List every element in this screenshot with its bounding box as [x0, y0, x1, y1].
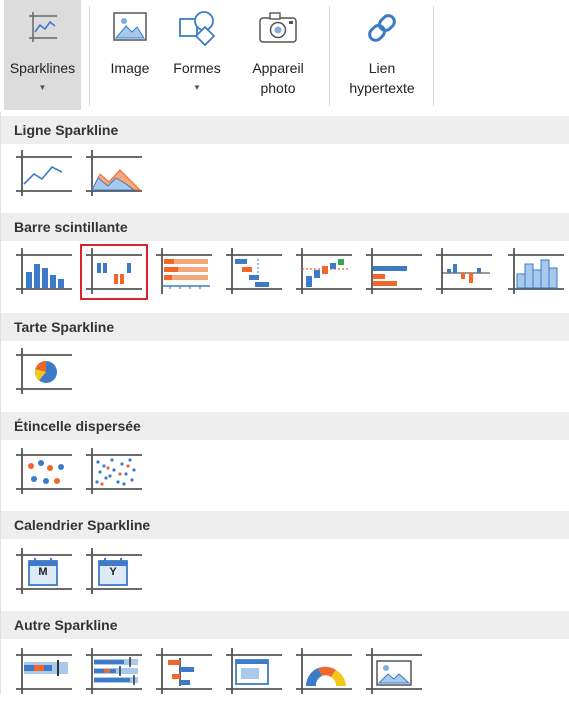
section-header-barre: Barre scintillante — [1, 213, 569, 241]
hyperlink-label: Lien hypertexte — [349, 60, 415, 96]
shapes-label: Formes — [173, 60, 221, 76]
area-sparkline-icon[interactable] — [82, 148, 150, 204]
sparklines-button[interactable]: Sparklines ▼ — [4, 0, 81, 110]
column-sparkline-icon[interactable] — [12, 246, 80, 302]
insert-ribbon: Sparklines ▼ Image Formes ▼ Appareil pho… — [0, 0, 569, 113]
pie-sparkline-icon[interactable] — [12, 346, 80, 402]
variance-sparkline-icon[interactable] — [432, 246, 500, 302]
ribbon-divider — [89, 6, 90, 106]
cascade-sparkline-icon[interactable] — [222, 246, 290, 302]
sparkline-chart-icon — [25, 10, 61, 47]
chevron-down-icon: ▼ — [38, 83, 47, 92]
sparklines-label: Sparklines — [9, 60, 76, 76]
month-calendar-sparkline-icon[interactable]: M — [12, 546, 80, 602]
link-icon — [364, 10, 400, 49]
bar-sparkline-icon[interactable] — [362, 246, 430, 302]
line-sparkline-icon[interactable] — [12, 148, 80, 204]
chevron-down-icon: ▼ — [193, 83, 201, 92]
ribbon-divider — [329, 6, 330, 106]
ribbon-divider — [433, 6, 434, 106]
section-header-calendrier: Calendrier Sparkline — [1, 511, 569, 539]
image-button[interactable]: Image — [100, 0, 160, 110]
camera-icon — [258, 10, 298, 47]
camera-button[interactable]: Appareil photo — [240, 0, 316, 110]
section-header-tarte: Tarte Sparkline — [1, 313, 569, 341]
shapes-icon — [177, 10, 217, 49]
shapes-button[interactable]: Formes ▼ — [164, 0, 230, 110]
winloss-sparkline-icon[interactable] — [80, 244, 148, 300]
histogram-sparkline-icon[interactable] — [504, 246, 569, 302]
spread-sparkline-icon[interactable] — [82, 446, 150, 502]
image-icon — [112, 10, 148, 47]
section-header-autre: Autre Sparkline — [1, 611, 569, 639]
stacked-bar-sparkline-icon[interactable] — [152, 246, 220, 302]
image-label: Image — [110, 60, 150, 76]
sparkline-gallery: Ligne Sparkline Barre scintillante Tarte… — [0, 112, 569, 694]
month-letter: M — [38, 566, 48, 578]
year-calendar-sparkline-icon[interactable]: Y — [82, 546, 150, 602]
hyperlink-button[interactable]: Lien hypertexte — [340, 0, 424, 110]
camera-label: Appareil photo — [252, 60, 304, 96]
vertical-cascade-sparkline-icon[interactable] — [292, 246, 360, 302]
scatter-sparkline-icon[interactable] — [12, 446, 80, 502]
section-header-etincelle: Étincelle dispersée — [1, 412, 569, 440]
section-header-ligne: Ligne Sparkline — [1, 116, 569, 144]
year-letter: Y — [109, 566, 117, 578]
